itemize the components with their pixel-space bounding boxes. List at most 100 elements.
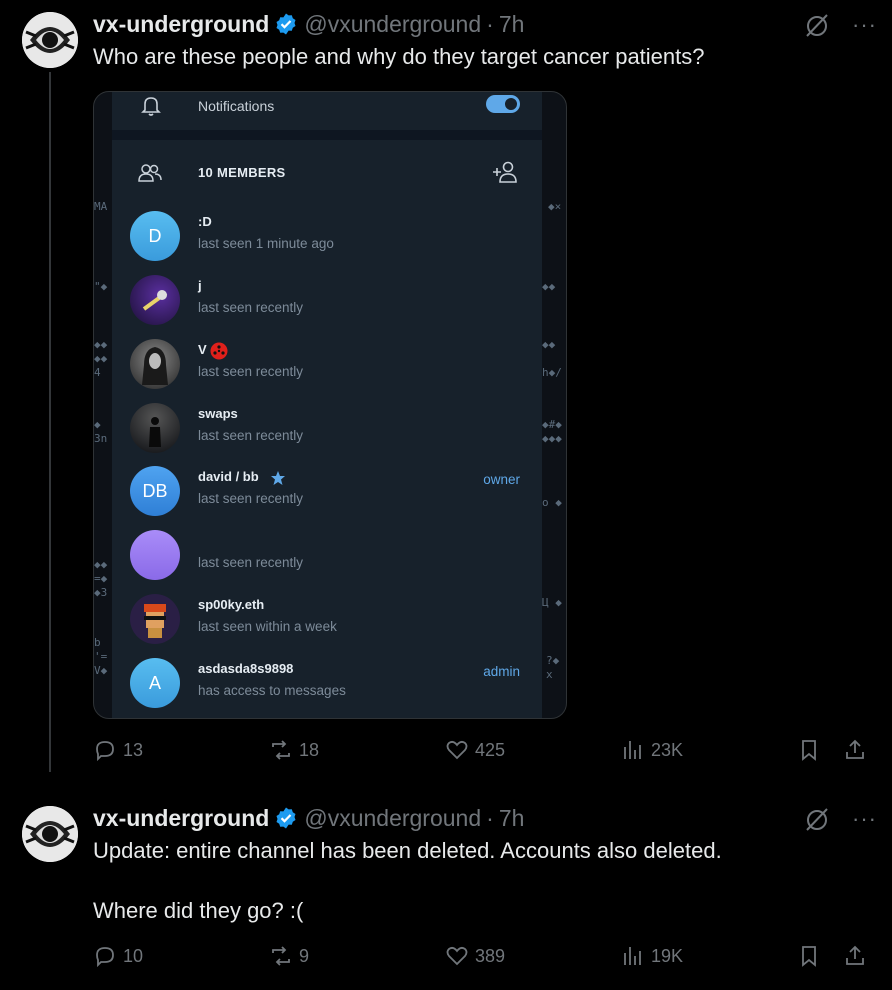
grok-icon[interactable] [804,806,830,832]
bookmark-button[interactable] [797,738,821,762]
member-row[interactable]: D :D last seen 1 minute ago [112,205,542,267]
member-status: last seen 1 minute ago [198,236,334,251]
tweet-text-line: Update: entire channel has been deleted.… [93,838,722,863]
member-avatar: D [130,211,180,261]
member-name: swaps [198,406,238,421]
avatar-initials: DB [142,480,168,501]
section-divider [112,130,542,140]
thread-connector-line [49,72,51,772]
member-name: sp00ky.eth [198,597,265,612]
avatar-icon [22,12,78,68]
avatar-icon [22,806,78,862]
background-code-text: o ◆ [542,496,562,509]
member-status: last seen recently [198,555,304,570]
tweet-text-line: Where did they go? :( [93,898,304,923]
member-row[interactable]: swaps last seen recently [112,397,542,459]
views-button[interactable]: 19K [621,944,683,968]
repost-button[interactable]: 9 [269,944,309,968]
separator-dot: · [486,10,494,37]
star-icon [271,471,285,485]
reply-count: 10 [123,945,144,966]
background-code-text: MA [94,200,108,213]
member-name: j [198,278,202,293]
member-status: last seen within a week [198,619,337,634]
bookmark-icon [802,946,816,967]
background-code-text: ◆◆ h◆/ [542,338,562,379]
member-name: asdasda8s9898 [198,661,294,676]
more-options-icon[interactable]: ··· [852,808,877,830]
member-row[interactable]: DB david / bb owner last seen recently [112,460,542,522]
avatar-initials: A [148,672,161,693]
member-avatar [130,339,180,389]
views-button[interactable]: 23K [621,738,683,762]
member-row[interactable]: sp00ky.eth last seen within a week [112,588,542,650]
member-status: last seen recently [198,491,304,506]
reply-button[interactable]: 13 [93,738,143,762]
members-icon [138,164,162,182]
member-avatar [130,403,180,453]
reply-count: 13 [123,739,144,760]
profile-avatar[interactable] [22,12,78,68]
notifications-label: Notifications [198,98,275,114]
toggle-knob [503,96,519,112]
reply-icon [96,947,114,968]
more-options-icon[interactable]: ··· [852,14,877,36]
display-name[interactable]: vx-underground [93,805,269,832]
handle[interactable]: @vxunderground [304,805,481,832]
timestamp[interactable]: 7h [499,11,525,38]
reply-button[interactable]: 10 [93,944,143,968]
like-button[interactable]: 425 [445,738,505,762]
verified-badge-icon[interactable] [274,806,298,830]
member-avatar-image-icon [142,290,168,311]
timestamp[interactable]: 7h [499,805,525,832]
member-avatar-image-icon [144,604,166,638]
repost-count: 18 [299,739,320,760]
tweet-header-actions: ··· [804,806,877,832]
background-code-text: ◆× [548,200,562,213]
handle[interactable]: @vxunderground [304,11,481,38]
tweet-header: vx-underground @vxunderground · 7h [93,10,524,38]
background-code-text: "◆ [94,280,108,293]
share-icon [846,945,864,965]
notifications-toggle[interactable] [486,95,520,113]
views-count: 19K [651,945,684,966]
background-code-text: ?◆ x [546,654,560,681]
background-code-text: ◆◆ [542,280,556,293]
member-row[interactable]: j last seen recently [112,269,542,331]
repost-count: 9 [299,945,310,966]
repost-icon [272,946,290,966]
background-code-text: ◆ 3n [94,418,108,445]
member-avatar [130,594,180,644]
member-avatar-image-icon [149,417,161,447]
member-status: last seen recently [198,300,304,315]
avatar-initials: D [148,225,162,246]
notifications-row[interactable]: Notifications [112,92,542,128]
background-code-text: ◆◆ =◆ ◆3 [94,558,108,599]
member-name: V [198,342,207,357]
member-row[interactable]: V last seen recently [112,333,542,395]
add-member-icon[interactable] [492,160,518,184]
tweet-header: vx-underground @vxunderground · 7h [93,804,524,832]
background-code-text: b '= V◆ [94,636,108,677]
like-button[interactable]: 389 [445,944,505,968]
member-name: :D [198,214,212,229]
tweet-action-bar: 13 18 425 23K [93,738,873,768]
heart-icon [446,946,468,966]
grok-icon[interactable] [804,12,830,38]
share-button[interactable] [843,944,867,968]
member-status: has access to messages [198,683,346,698]
bookmark-button[interactable] [797,944,821,968]
display-name[interactable]: vx-underground [93,11,269,38]
verified-badge-icon[interactable] [274,12,298,36]
member-row[interactable]: last seen recently [112,524,542,586]
share-button[interactable] [843,738,867,762]
profile-avatar[interactable] [22,806,78,862]
member-status: last seen recently [198,428,304,443]
member-status: last seen recently [198,364,304,379]
tweet-media-image[interactable]: MA "◆ ◆◆ ◆◆ 4 ◆ 3n ◆◆ =◆ ◆3 b '= V◆ ◆× ◆◆ ◆◆ h◆/… [93,91,567,719]
member-row[interactable]: A asdasda8s9898 admin has access to mess… [112,652,542,714]
heart-icon [446,740,468,760]
tweet-header-actions: ··· [804,12,877,38]
repost-button[interactable]: 18 [269,738,319,762]
tweet-action-bar: 10 9 389 19K [93,944,873,974]
